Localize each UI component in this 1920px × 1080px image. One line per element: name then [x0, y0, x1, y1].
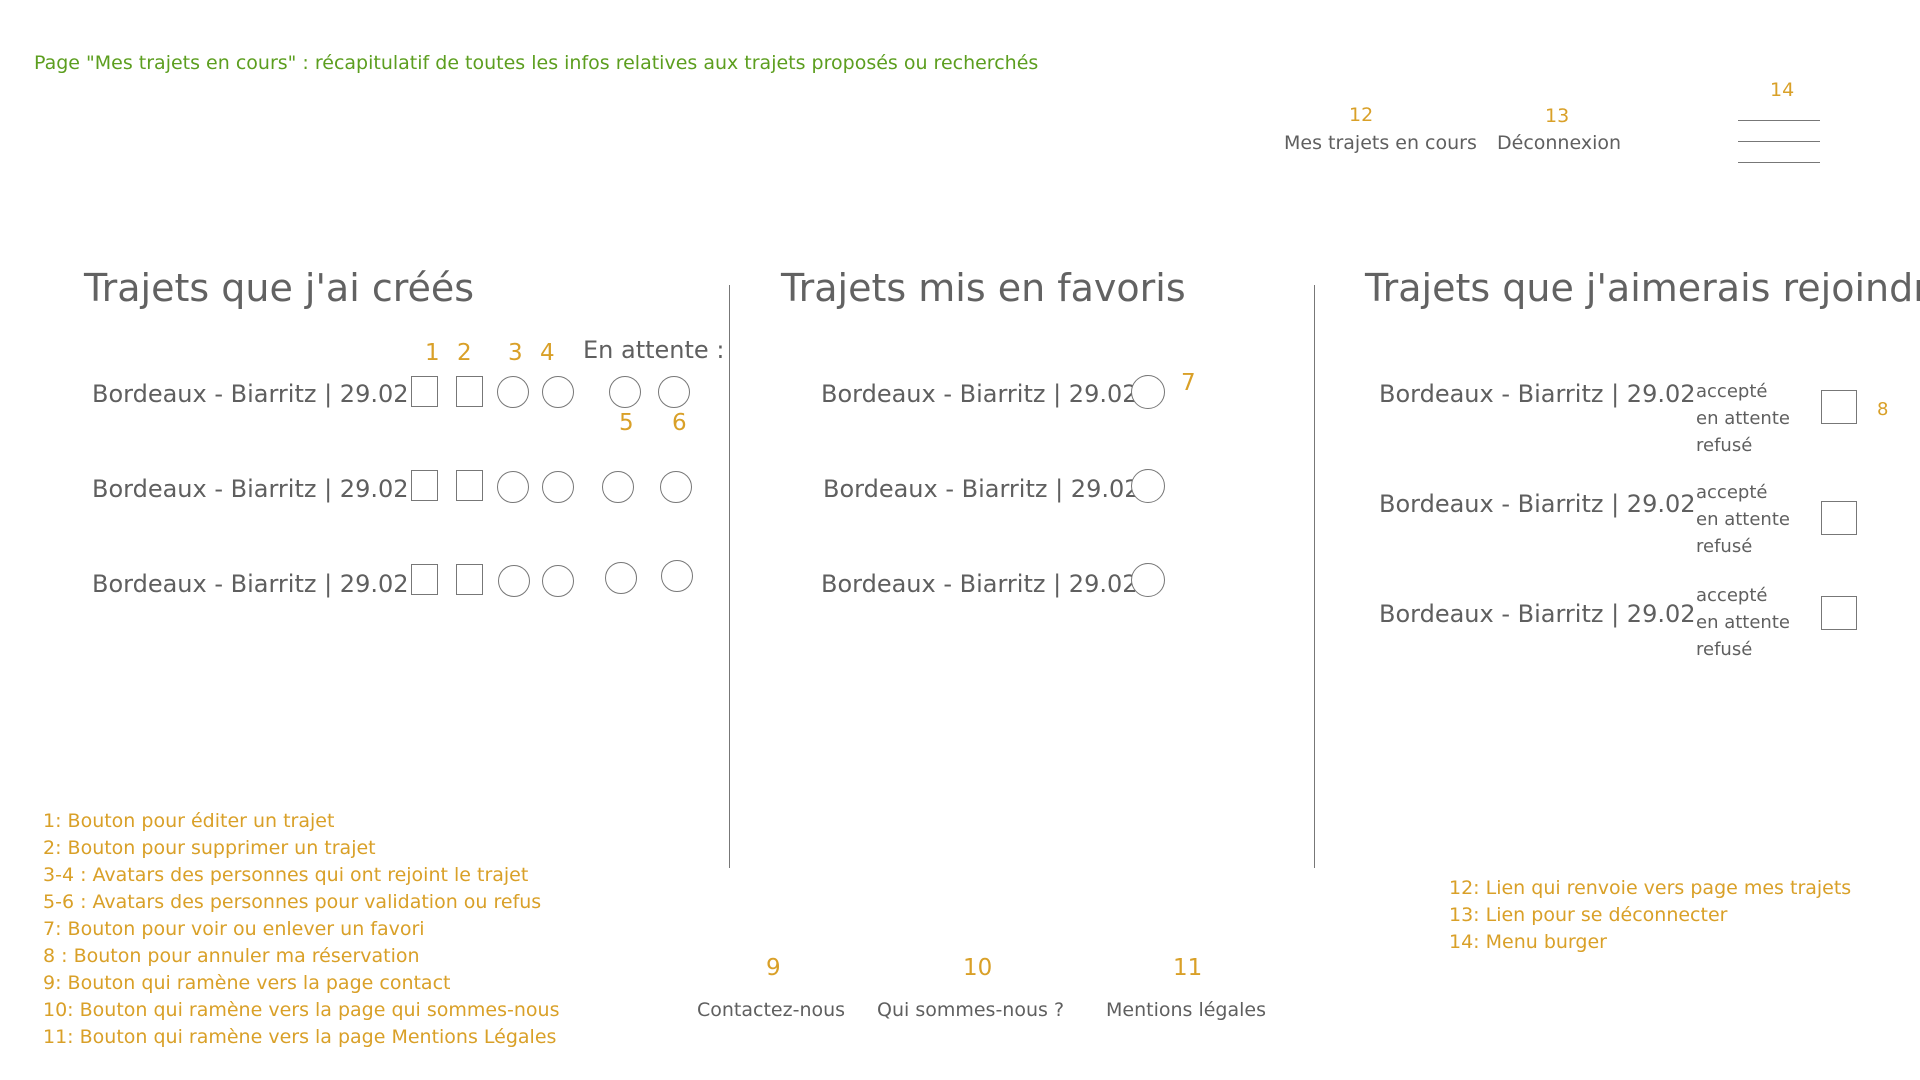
joined-avatar	[542, 471, 574, 503]
created-trip-2: Bordeaux - Biarritz | 29.02	[92, 475, 409, 503]
annotation-1: 1	[425, 340, 440, 366]
nav-mes-trajets-link[interactable]: Mes trajets en cours	[1284, 132, 1477, 154]
annotation-2: 2	[457, 340, 472, 366]
annotation-7: 7	[1181, 370, 1196, 396]
annotation-5: 5	[619, 410, 634, 436]
col-join-title: Trajets que j'aimerais rejoindre	[1365, 266, 1920, 310]
pending-avatar[interactable]	[605, 562, 637, 594]
join-trip-1: Bordeaux - Biarritz | 29.02	[1379, 380, 1696, 408]
status-pending: en attente	[1696, 612, 1790, 633]
pending-avatar[interactable]	[602, 471, 634, 503]
cancel-reservation-button[interactable]	[1821, 596, 1857, 630]
status-pending: en attente	[1696, 408, 1790, 429]
join-status-2: accepté en attente refusé	[1696, 479, 1790, 560]
created-trip-3: Bordeaux - Biarritz | 29.02	[92, 570, 409, 598]
legend-item: 7: Bouton pour voir ou enlever un favori	[43, 918, 425, 940]
pending-avatar[interactable]	[609, 376, 641, 408]
col-favorites-title: Trajets mis en favoris	[781, 266, 1186, 310]
status-accepted: accepté	[1696, 381, 1768, 402]
pending-label: En attente :	[583, 336, 725, 364]
legend-left: 1: Bouton pour éditer un trajet 2: Bouto…	[43, 808, 559, 1051]
pending-avatar[interactable]	[661, 560, 693, 592]
annotation-11: 11	[1173, 955, 1203, 981]
joined-avatar	[542, 376, 574, 408]
legend-item: 8 : Bouton pour annuler ma réservation	[43, 945, 420, 967]
status-accepted: accepté	[1696, 482, 1768, 503]
pending-avatar[interactable]	[660, 471, 692, 503]
nav-deconnexion-link[interactable]: Déconnexion	[1497, 132, 1621, 154]
edit-trip-button[interactable]	[411, 376, 438, 407]
delete-trip-button[interactable]	[456, 470, 483, 501]
annotation-6: 6	[672, 410, 687, 436]
col-created-title: Trajets que j'ai créés	[84, 266, 475, 310]
annotation-8: 8	[1877, 399, 1889, 420]
annotation-10: 10	[963, 955, 993, 981]
page-caption: Page "Mes trajets en cours" : récapitula…	[34, 52, 1039, 74]
status-pending: en attente	[1696, 509, 1790, 530]
joined-avatar	[497, 376, 529, 408]
divider-right	[1314, 285, 1315, 868]
cancel-reservation-button[interactable]	[1821, 501, 1857, 535]
status-accepted: accepté	[1696, 585, 1768, 606]
join-trip-3: Bordeaux - Biarritz | 29.02	[1379, 600, 1696, 628]
edit-trip-button[interactable]	[411, 564, 438, 595]
annotation-3: 3	[508, 340, 523, 366]
footer-about-link[interactable]: Qui sommes-nous ?	[877, 999, 1064, 1021]
status-refused: refusé	[1696, 639, 1753, 660]
legend-item: 12: Lien qui renvoie vers page mes traje…	[1449, 877, 1852, 899]
favorite-toggle-button[interactable]	[1131, 469, 1165, 503]
annotation-4: 4	[540, 340, 555, 366]
legend-item: 14: Menu burger	[1449, 931, 1607, 953]
annotation-13: 13	[1545, 105, 1570, 127]
favorite-toggle-button[interactable]	[1131, 563, 1165, 597]
annotation-14: 14	[1770, 79, 1795, 101]
status-refused: refusé	[1696, 435, 1753, 456]
annotation-9: 9	[766, 955, 781, 981]
legend-item: 9: Bouton qui ramène vers la page contac…	[43, 972, 451, 994]
status-refused: refusé	[1696, 536, 1753, 557]
legend-item: 13: Lien pour se déconnecter	[1449, 904, 1728, 926]
annotation-12: 12	[1349, 104, 1374, 126]
favorite-trip-1: Bordeaux - Biarritz | 29.02	[821, 380, 1138, 408]
pending-avatar[interactable]	[658, 376, 690, 408]
favorite-trip-2: Bordeaux - Biarritz | 29.02	[823, 475, 1140, 503]
legend-right: 12: Lien qui renvoie vers page mes traje…	[1449, 875, 1851, 956]
divider-left	[729, 285, 730, 868]
legend-item: 10: Bouton qui ramène vers la page qui s…	[43, 999, 560, 1021]
legend-item: 11: Bouton qui ramène vers la page Menti…	[43, 1026, 557, 1048]
join-status-3: accepté en attente refusé	[1696, 582, 1790, 663]
edit-trip-button[interactable]	[411, 470, 438, 501]
cancel-reservation-button[interactable]	[1821, 390, 1857, 424]
legend-item: 3-4 : Avatars des personnes qui ont rejo…	[43, 864, 529, 886]
join-status-1: accepté en attente refusé	[1696, 378, 1790, 459]
footer-legal-link[interactable]: Mentions légales	[1106, 999, 1266, 1021]
burger-menu-icon[interactable]	[1738, 120, 1820, 164]
delete-trip-button[interactable]	[456, 564, 483, 595]
favorite-trip-3: Bordeaux - Biarritz | 29.02	[821, 570, 1138, 598]
created-trip-1: Bordeaux - Biarritz | 29.02	[92, 380, 409, 408]
joined-avatar	[497, 471, 529, 503]
legend-item: 1: Bouton pour éditer un trajet	[43, 810, 335, 832]
joined-avatar	[542, 565, 574, 597]
favorite-toggle-button[interactable]	[1131, 375, 1165, 409]
joined-avatar	[498, 565, 530, 597]
legend-item: 2: Bouton pour supprimer un trajet	[43, 837, 376, 859]
delete-trip-button[interactable]	[456, 376, 483, 407]
join-trip-2: Bordeaux - Biarritz | 29.02	[1379, 490, 1696, 518]
legend-item: 5-6 : Avatars des personnes pour validat…	[43, 891, 542, 913]
footer-contact-link[interactable]: Contactez-nous	[697, 999, 845, 1021]
